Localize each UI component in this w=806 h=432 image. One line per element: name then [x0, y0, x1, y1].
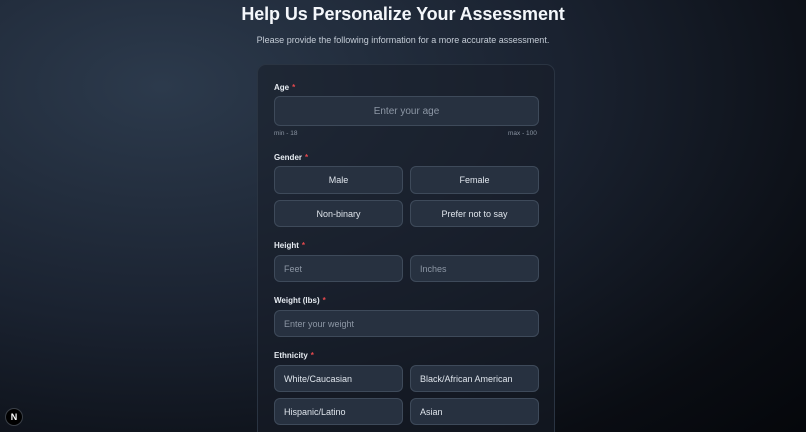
required-marker: *: [305, 153, 309, 162]
ethnicity-option-white-caucasian[interactable]: White/Caucasian: [274, 365, 403, 392]
ethnicity-label: Ethnicity *: [274, 351, 314, 360]
gender-option-non-binary[interactable]: Non-binary: [274, 200, 403, 227]
page-subtitle: Please provide the following information…: [256, 35, 550, 45]
gender-option-prefer-not-to-say[interactable]: Prefer not to say: [410, 200, 539, 227]
height-label-text: Height: [274, 241, 299, 250]
weight-input[interactable]: [274, 310, 539, 337]
required-marker: *: [292, 83, 296, 92]
age-label: Age *: [274, 83, 295, 92]
page-title: Help Us Personalize Your Assessment: [241, 4, 565, 24]
age-max-hint: max - 100: [508, 130, 537, 137]
gender-option-male[interactable]: Male: [274, 166, 403, 194]
ethnicity-option-asian[interactable]: Asian: [410, 398, 539, 425]
height-inches-input[interactable]: [410, 255, 539, 282]
age-label-text: Age: [274, 83, 290, 92]
gender-label: Gender *: [274, 153, 308, 162]
age-min-hint: min - 18: [274, 130, 298, 137]
height-feet-input[interactable]: [274, 255, 403, 282]
gender-label-text: Gender: [274, 153, 303, 162]
gender-option-female[interactable]: Female: [410, 166, 539, 194]
ethnicity-label-text: Ethnicity: [274, 351, 308, 360]
weight-label-text: Weight (lbs): [274, 296, 320, 305]
nextjs-dev-indicator-icon[interactable]: N: [5, 408, 23, 426]
weight-label: Weight (lbs) *: [274, 296, 326, 305]
age-input[interactable]: [274, 96, 539, 126]
required-marker: *: [301, 241, 306, 250]
ethnicity-option-black-african-american[interactable]: Black/African American: [410, 365, 539, 392]
required-marker: *: [322, 296, 326, 305]
ethnicity-option-hispanic-latino[interactable]: Hispanic/Latino: [274, 398, 403, 425]
height-label: Height *: [274, 241, 305, 250]
required-marker: *: [310, 351, 314, 360]
